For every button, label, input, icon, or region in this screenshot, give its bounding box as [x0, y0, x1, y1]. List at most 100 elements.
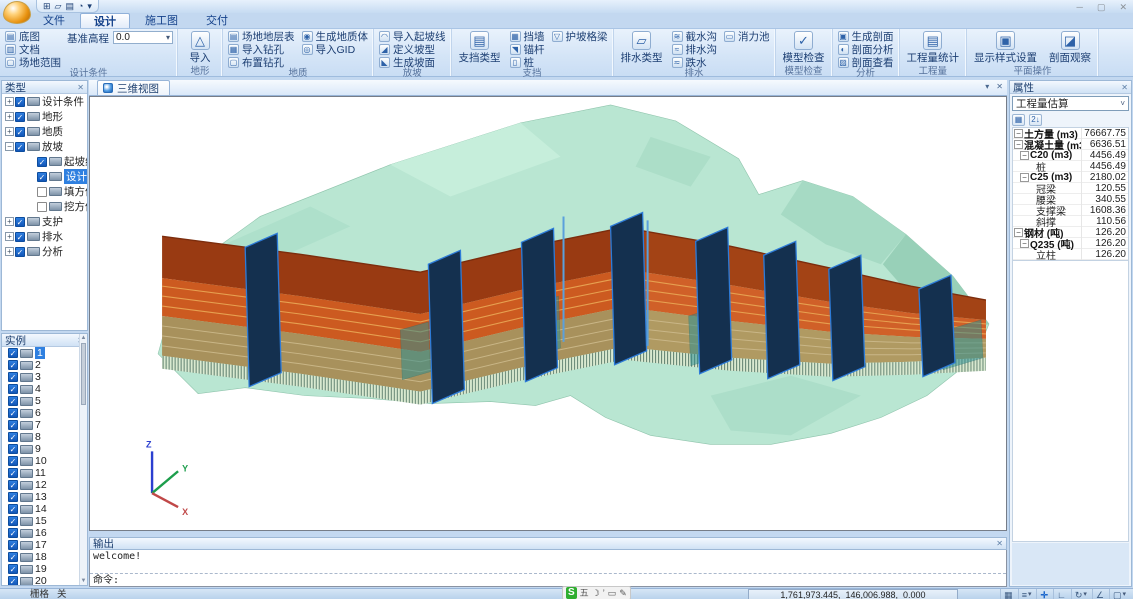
output-console[interactable]: welcome! 命令:	[89, 550, 1007, 587]
expander-icon[interactable]: −	[1020, 151, 1029, 160]
close-view-icon[interactable]: ✕	[996, 82, 1003, 91]
checkbox[interactable]: ✓	[8, 528, 18, 538]
checkbox[interactable]: ✓	[8, 504, 18, 514]
checkbox[interactable]: ✓	[8, 384, 18, 394]
instance-item[interactable]: ✓8	[2, 431, 87, 443]
properties-mode-select[interactable]: 工程量估算 ˅	[1012, 96, 1129, 111]
instance-item[interactable]: ✓6	[2, 407, 87, 419]
base-map-button[interactable]: ▤底图	[4, 30, 62, 42]
expander-icon[interactable]: −	[1020, 239, 1029, 248]
close-icon[interactable]: ✕	[1121, 83, 1128, 92]
command-prompt[interactable]: 命令:	[90, 573, 1006, 586]
scroll-up-icon[interactable]: ▲	[80, 334, 87, 342]
checkbox[interactable]: ✓	[8, 432, 18, 442]
punctuation-icon[interactable]: ’	[603, 587, 605, 599]
quantity-row[interactable]: 立柱126.20	[1013, 249, 1128, 260]
chevron-down-icon[interactable]: ▾	[1083, 590, 1087, 599]
toolbox-icon[interactable]: ✎	[619, 587, 627, 599]
wubi-icon[interactable]: 五	[580, 587, 589, 599]
checkbox[interactable]: ✓	[15, 97, 25, 107]
instance-item[interactable]: ✓13	[2, 491, 87, 503]
keyboard-icon[interactable]: ▭	[608, 587, 617, 599]
expander-icon[interactable]: −	[1014, 228, 1023, 237]
chevron-down-icon[interactable]: ▾	[1122, 590, 1126, 599]
grid-toggle-icon[interactable]: ▦	[1000, 589, 1016, 599]
expander-icon[interactable]: −	[1020, 173, 1029, 182]
tree-item-slope[interactable]: −✓放坡	[2, 139, 87, 154]
instance-item[interactable]: ✓12	[2, 479, 87, 491]
checkbox[interactable]: ✓	[8, 360, 18, 370]
open-file-icon[interactable]: ▱	[55, 1, 62, 11]
instance-item[interactable]: ✓5	[2, 395, 87, 407]
generate-section-button[interactable]: ▣生成剖面	[837, 30, 895, 42]
instance-item[interactable]: ✓15	[2, 515, 87, 527]
save-icon[interactable]: ▤	[65, 1, 74, 11]
instance-item[interactable]: ✓7	[2, 419, 87, 431]
expander-icon[interactable]: +	[5, 217, 14, 226]
support-type-button[interactable]: ▤支挡类型	[456, 30, 504, 66]
import-slope-start-line-button[interactable]: ◠导入起坡线	[378, 30, 447, 42]
layout-borehole-button[interactable]: ▢布置钻孔	[227, 56, 296, 68]
instance-item[interactable]: ✓9	[2, 443, 87, 455]
sort-descending-icon[interactable]: 2↓	[1029, 114, 1042, 126]
output-panel-header[interactable]: 输出 ✕	[89, 537, 1007, 550]
drainage-ditch-button[interactable]: ≈排水沟	[671, 43, 719, 55]
ribbon-tab-1[interactable]: 设计	[80, 13, 130, 28]
3d-model-canvas[interactable]: Z Y X	[90, 97, 1006, 530]
drainage-type-button[interactable]: ▱排水类型	[618, 30, 666, 66]
site-extent-button[interactable]: ▢场地范围	[4, 56, 62, 68]
model-check-button[interactable]: ✓模型检查	[780, 30, 828, 66]
ribbon-tab-2[interactable]: 施工图	[132, 13, 191, 28]
tab-3d-view[interactable]: 三维视图	[97, 80, 170, 95]
generate-geology-body-button[interactable]: ◉生成地质体	[301, 30, 370, 42]
section-analysis-button[interactable]: ◐剖面分析	[837, 43, 895, 55]
close-button[interactable]: ✕	[1119, 2, 1127, 12]
ribbon-tab-3[interactable]: 交付	[193, 13, 241, 28]
ortho-icon[interactable]: ∟	[1053, 589, 1069, 599]
tree-item-design-conditions[interactable]: +✓设计条件	[2, 94, 87, 109]
instance-item[interactable]: ✓11	[2, 467, 87, 479]
checkbox[interactable]: ✓	[15, 142, 25, 152]
expander-icon[interactable]: +	[5, 112, 14, 121]
properties-panel-header[interactable]: 属性 ✕	[1010, 81, 1131, 94]
instance-item[interactable]: ✓20	[2, 575, 87, 585]
site-strata-table-button[interactable]: ▤场地地层表	[227, 30, 296, 42]
checkbox[interactable]: ✓	[15, 112, 25, 122]
checkbox[interactable]: ✓	[8, 396, 18, 406]
intercepting-ditch-button[interactable]: ≋截水沟	[671, 30, 719, 42]
instance-item[interactable]: ✓17	[2, 539, 87, 551]
checkbox[interactable]: ✓	[15, 127, 25, 137]
tree-item-design-slope-face[interactable]: ✓设计坡面	[2, 169, 87, 184]
quickaccess-dropdown-icon[interactable]: ▾	[87, 1, 92, 11]
checkbox[interactable]: ✓	[8, 552, 18, 562]
polar-tracking-icon[interactable]: ↻▾	[1071, 589, 1090, 599]
slope-grid-beam-button[interactable]: ▽护坡格梁	[551, 30, 609, 42]
ribbon-tab-0[interactable]: 文件	[30, 13, 78, 28]
instance-item[interactable]: ✓18	[2, 551, 87, 563]
osnap-icon[interactable]: ▢▾	[1109, 589, 1129, 599]
checkbox[interactable]: ✓	[8, 456, 18, 466]
categorized-icon[interactable]: ▦	[1012, 114, 1025, 126]
checkbox[interactable]: ✓	[8, 408, 18, 418]
checkbox[interactable]: ✓	[37, 172, 47, 182]
checkbox[interactable]: ✓	[8, 468, 18, 478]
pile-button[interactable]: ▯桩	[509, 56, 546, 68]
instance-item[interactable]: ✓16	[2, 527, 87, 539]
snap-icon[interactable]: ✛	[1036, 589, 1051, 599]
tab-list-dropdown-icon[interactable]: ▾	[985, 82, 989, 91]
drop-water-button[interactable]: ≂跌水	[671, 56, 719, 68]
define-slope-type-button[interactable]: ◢定义坡型	[378, 43, 447, 55]
chevron-down-icon[interactable]: ▾	[1028, 590, 1032, 599]
anchor-button[interactable]: ◥锚杆	[509, 43, 546, 55]
checkbox[interactable]: ✓	[8, 348, 18, 358]
checkbox[interactable]: ✓	[8, 576, 18, 585]
new-file-icon[interactable]: ⊞	[43, 1, 51, 11]
import-gid-button[interactable]: ◎导入GID	[301, 43, 370, 55]
tree-item-drainage[interactable]: +✓排水	[2, 229, 87, 244]
instance-item[interactable]: ✓4	[2, 383, 87, 395]
checkbox[interactable]: ✓	[8, 372, 18, 382]
viewport-3d[interactable]: Z Y X	[89, 96, 1007, 531]
lineweight-icon[interactable]: ≡▾	[1018, 589, 1035, 599]
instance-item[interactable]: ✓10	[2, 455, 87, 467]
checkbox[interactable]: ✓	[37, 157, 47, 167]
